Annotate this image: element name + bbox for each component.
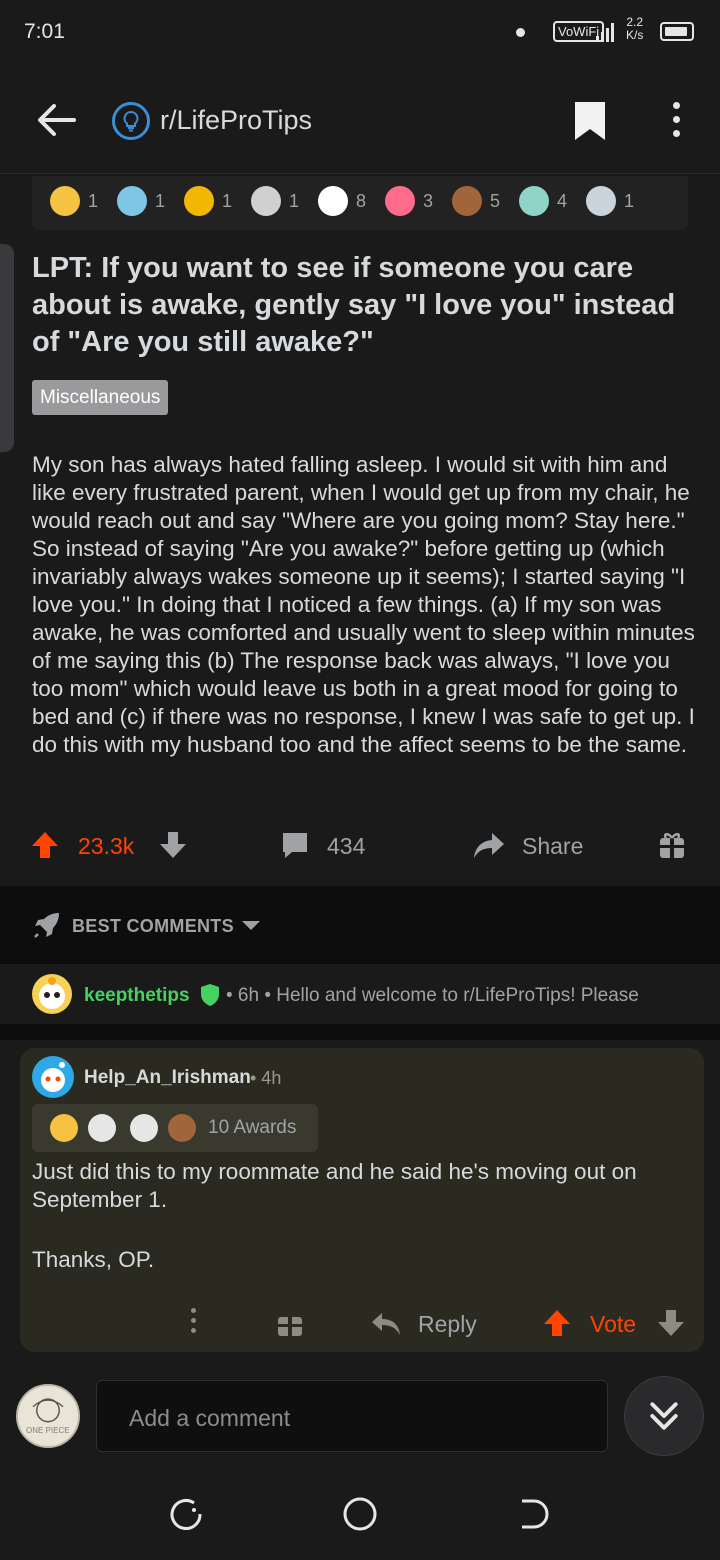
award-star-icon <box>50 1114 78 1142</box>
comment-awards[interactable]: 10 Awards <box>32 1104 318 1152</box>
add-comment-input[interactable]: Add a comment <box>96 1380 608 1452</box>
avatar[interactable] <box>32 1056 74 1098</box>
post-action-bar: 23.3k 434 Share <box>0 816 720 876</box>
notification-dot-icon <box>516 28 525 37</box>
share-button[interactable]: Share <box>522 833 583 860</box>
award-skull-icon <box>88 1114 116 1142</box>
network-speed-value: 2.2 <box>626 15 644 29</box>
pinned-comment[interactable]: keepthetips • 6h • Hello and welcome to … <box>0 964 720 1024</box>
gift-award-icon[interactable] <box>276 1310 304 1338</box>
award-helpful-icon <box>184 186 214 216</box>
share-icon[interactable] <box>472 830 506 860</box>
reply-arrow-icon[interactable] <box>370 1310 402 1338</box>
chevron-down-icon[interactable] <box>242 921 260 930</box>
comment-username[interactable]: Help_An_Irishman <box>84 1067 251 1089</box>
avatar[interactable] <box>32 974 72 1014</box>
post-flair[interactable]: Miscellaneous <box>32 380 169 415</box>
moderator-shield-icon <box>201 984 219 1006</box>
bookmark-icon[interactable] <box>572 100 608 142</box>
award-bear-icon <box>452 186 482 216</box>
subreddit-name[interactable]: r/LifeProTips <box>160 105 312 136</box>
downvote-icon[interactable] <box>158 830 188 860</box>
award-silver-icon <box>130 1114 158 1142</box>
upvote-icon[interactable] <box>30 830 60 860</box>
award-count: 1 <box>88 191 99 211</box>
more-options-icon[interactable] <box>666 102 686 142</box>
post-awards-row[interactable]: 1 1 1 1 8 3 5 4 1 <box>32 176 688 230</box>
comment-composer: ONE PIECE Add a comment <box>0 1368 720 1468</box>
award-gold-icon <box>50 186 80 216</box>
award-wholesome-icon <box>117 186 147 216</box>
network-speed: 2.2 K/s <box>626 16 643 42</box>
jump-down-button[interactable] <box>624 1376 704 1456</box>
user-avatar[interactable]: ONE PIECE <box>16 1384 80 1448</box>
downvote-icon[interactable] <box>656 1308 686 1338</box>
comment-body: Just did this to my roommate and he said… <box>32 1158 692 1306</box>
award-count: 1 <box>624 191 635 211</box>
status-bar: 7:01 VoWiFi 2.2 K/s <box>0 0 720 64</box>
home-icon[interactable] <box>340 1494 380 1534</box>
post-title: LPT: If you want to see if someone you c… <box>32 252 676 358</box>
add-comment-placeholder: Add a comment <box>129 1405 291 1431</box>
award-cat-icon <box>586 186 616 216</box>
more-options-icon[interactable] <box>188 1308 198 1338</box>
comment-count[interactable]: 434 <box>327 833 365 860</box>
status-time: 7:01 <box>24 20 65 43</box>
award-heart-icon <box>385 186 415 216</box>
back-icon[interactable] <box>514 1494 554 1534</box>
edge-swipe-handle[interactable] <box>0 244 14 452</box>
sort-label[interactable]: BEST COMMENTS <box>72 916 234 937</box>
signal-icon <box>596 22 616 42</box>
gift-award-icon[interactable] <box>658 830 686 860</box>
subreddit-bulb-icon[interactable] <box>112 102 150 140</box>
comment-paragraph: Thanks, OP. <box>32 1247 155 1272</box>
awards-count-label: 10 Awards <box>208 1117 297 1138</box>
award-count: 1 <box>155 191 166 211</box>
award-count: 3 <box>423 191 434 211</box>
award-blush-icon <box>318 186 348 216</box>
comment-username[interactable]: keepthetips <box>84 985 190 1007</box>
double-chevron-down-icon <box>650 1402 678 1430</box>
award-count: 1 <box>289 191 300 211</box>
system-nav-bar <box>0 1468 720 1560</box>
post-body: My son has always hated falling asleep. … <box>32 452 695 757</box>
award-clap-icon <box>251 186 281 216</box>
comment-preview: • 6h • Hello and welcome to r/LifeProTip… <box>226 985 639 1006</box>
section-divider <box>0 1024 720 1040</box>
award-angel-icon <box>519 186 549 216</box>
comment-sort-bar[interactable]: BEST COMMENTS <box>0 886 720 964</box>
battery-icon <box>660 22 694 41</box>
comment-timestamp: • 4h <box>250 1068 282 1088</box>
comment-card[interactable]: Help_An_Irishman • 4h 10 Awards Just did… <box>20 1048 704 1352</box>
award-count: 4 <box>557 191 568 211</box>
award-bear-icon <box>168 1114 196 1142</box>
comment-paragraph: Just did this to my roommate and he said… <box>32 1159 637 1212</box>
award-count: 8 <box>356 191 367 211</box>
comment-icon[interactable] <box>280 830 310 860</box>
vote-label[interactable]: Vote <box>590 1311 636 1338</box>
network-speed-unit: K/s <box>626 28 644 42</box>
upvote-icon[interactable] <box>542 1308 572 1338</box>
avatar-caption: ONE PIECE <box>26 1426 70 1435</box>
reply-button[interactable]: Reply <box>418 1311 477 1338</box>
recent-apps-icon[interactable] <box>166 1494 206 1534</box>
award-count: 1 <box>222 191 233 211</box>
rocket-icon <box>34 913 59 938</box>
comment-action-bar: Reply Vote <box>20 1302 704 1346</box>
app-header: r/LifeProTips <box>0 64 720 174</box>
back-arrow-icon[interactable] <box>34 100 78 140</box>
post-score: 23.3k <box>78 833 135 859</box>
award-count: 5 <box>490 191 501 211</box>
